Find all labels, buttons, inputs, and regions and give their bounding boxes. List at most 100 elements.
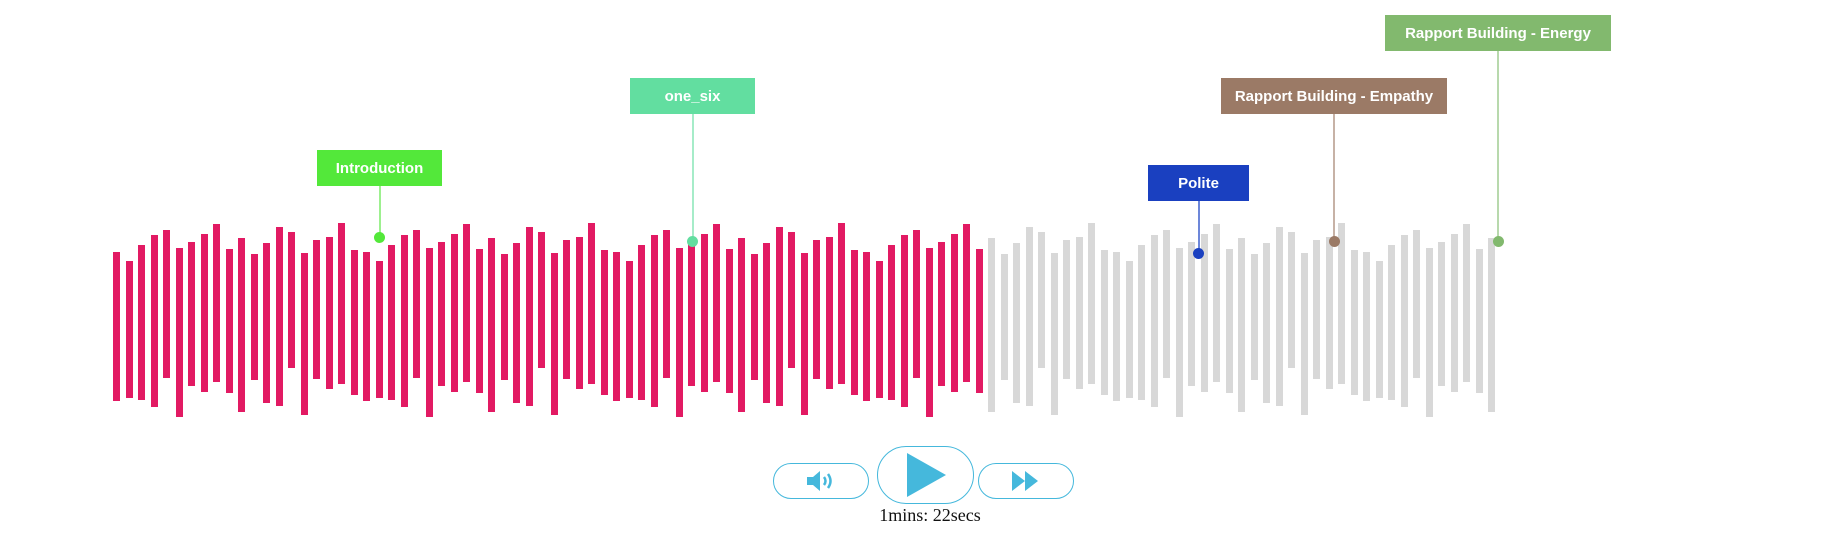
waveform-bar xyxy=(725,249,733,394)
volume-button[interactable] xyxy=(773,463,869,499)
waveform-bar xyxy=(1388,245,1395,400)
waveform-bar xyxy=(1000,253,1008,381)
waveform-bar xyxy=(813,240,820,380)
waveform-bar xyxy=(713,224,720,383)
waveform-bar xyxy=(1463,224,1470,383)
tag-connector-line xyxy=(378,186,381,237)
waveform-bar xyxy=(913,230,920,378)
tag-marker-dot[interactable] xyxy=(374,231,385,243)
waveform-bar xyxy=(1025,226,1033,406)
tag-label[interactable]: Introduction xyxy=(317,150,442,186)
fast-forward-icon xyxy=(1012,471,1038,491)
waveform-bar xyxy=(1338,222,1345,384)
waveform-bar xyxy=(888,245,895,400)
waveform-bar xyxy=(638,245,645,400)
waveform-bar xyxy=(225,249,233,394)
audio-player: Introduction one_six Polite Rapport Buildin… xyxy=(0,0,1837,545)
tag-connector-line xyxy=(1497,51,1499,241)
waveform-bar xyxy=(1450,234,1458,392)
waveform-bar xyxy=(1050,252,1058,416)
tag-connector-line xyxy=(1333,114,1335,241)
waveform-bar xyxy=(338,222,345,384)
waveform-bar xyxy=(425,247,433,417)
waveform-bar xyxy=(300,252,308,416)
waveform-bar xyxy=(288,231,295,369)
waveform-bar xyxy=(750,253,758,381)
waveform-bar xyxy=(1488,237,1495,413)
play-button[interactable] xyxy=(877,446,974,504)
tag-marker-dot[interactable] xyxy=(1492,235,1504,247)
waveform-bar xyxy=(1150,235,1158,408)
fast-forward-button[interactable] xyxy=(978,463,1074,499)
waveform-bar xyxy=(125,261,133,399)
waveform-bar xyxy=(850,250,858,395)
waveform-bar xyxy=(975,249,983,394)
waveform-bar xyxy=(213,224,220,383)
play-icon xyxy=(906,453,946,497)
waveform-bar xyxy=(263,242,270,403)
waveform-bar xyxy=(863,252,870,402)
waveform-bar xyxy=(1425,247,1433,417)
waveform-bar xyxy=(325,236,333,389)
waveform-bar xyxy=(1063,240,1070,380)
duration-label: 1mins: 22secs xyxy=(879,505,981,525)
tag-label[interactable]: Rapport Building - Empathy xyxy=(1221,78,1447,114)
waveform-bar xyxy=(238,237,245,413)
waveform-bar xyxy=(775,226,783,406)
waveform-bar xyxy=(1138,245,1145,400)
tag-label[interactable]: Rapport Building - Energy xyxy=(1385,15,1611,51)
tag-label[interactable]: Polite xyxy=(1148,165,1249,201)
waveform-bar xyxy=(900,235,908,408)
waveform-bar xyxy=(113,252,120,402)
waveform-bar xyxy=(438,241,445,386)
speaker-volume-icon xyxy=(807,471,832,491)
waveform-bar xyxy=(1475,249,1483,394)
waveform-bar xyxy=(1275,226,1283,406)
waveform-bar xyxy=(938,241,945,386)
waveform-bar xyxy=(738,237,745,413)
waveform-bar xyxy=(1413,230,1420,378)
waveform-bar xyxy=(600,250,608,395)
waveform-bar xyxy=(388,245,395,400)
waveform-bar xyxy=(150,235,158,408)
waveform-bar xyxy=(1400,235,1408,408)
tag-label[interactable]: one_six xyxy=(630,78,755,114)
tag-connector-line xyxy=(1197,201,1200,253)
waveform-bar xyxy=(1113,252,1120,402)
waveform-bar xyxy=(400,235,408,408)
tag-marker-dot[interactable] xyxy=(687,235,698,247)
waveform-bar xyxy=(925,247,933,417)
waveform-bar xyxy=(663,230,670,378)
waveform-bar xyxy=(1225,249,1233,394)
waveform-bar xyxy=(175,247,183,417)
waveform-bar xyxy=(163,230,170,378)
waveform-bar xyxy=(500,253,508,381)
waveform-bar xyxy=(1250,253,1258,381)
waveform-bar xyxy=(1263,242,1270,403)
tag-marker-dot[interactable] xyxy=(1328,235,1340,247)
waveform-bar xyxy=(988,237,995,413)
waveform-bar xyxy=(1363,252,1370,402)
tag-marker-dot[interactable] xyxy=(1193,247,1204,259)
waveform-bar xyxy=(1438,241,1445,386)
waveform-bar xyxy=(475,249,483,394)
waveform-bar xyxy=(525,226,533,406)
waveform-bar xyxy=(375,261,383,399)
waveform-bar xyxy=(1088,222,1095,384)
waveform-bar xyxy=(275,226,283,406)
waveform-bar xyxy=(588,222,595,384)
waveform-bar xyxy=(350,250,358,395)
waveform-bar xyxy=(650,235,658,408)
waveform-bar xyxy=(1238,237,1245,413)
waveform-bar xyxy=(1213,224,1220,383)
waveform-bar xyxy=(838,222,845,384)
waveform-bar xyxy=(563,240,570,380)
waveform-bar xyxy=(1300,252,1308,416)
waveform-bar xyxy=(463,224,470,383)
waveform-bar xyxy=(1075,236,1083,389)
waveform-bar xyxy=(575,236,583,389)
waveform-bar xyxy=(1313,240,1320,380)
waveform-bar xyxy=(363,252,370,402)
waveform-bar xyxy=(1175,247,1183,417)
waveform-bar xyxy=(1375,261,1383,399)
